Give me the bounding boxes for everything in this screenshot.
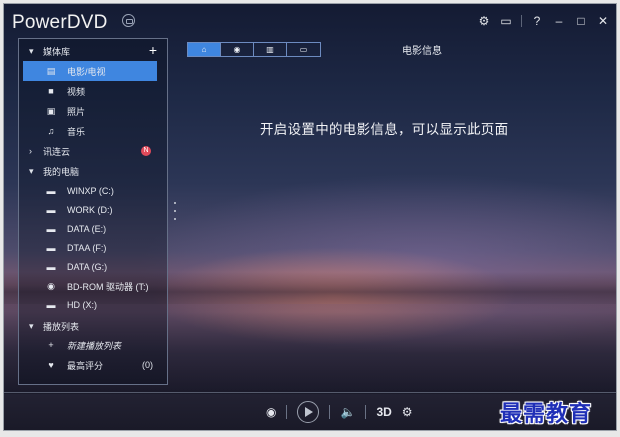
account-icon[interactable] xyxy=(122,14,135,27)
sidebar-item-movies-tv[interactable]: ▤ 电影/电视 xyxy=(23,61,157,81)
film-strip-icon: ▥ xyxy=(266,44,274,54)
sidebar-item-label: 照片 xyxy=(67,106,86,117)
divider xyxy=(521,15,522,27)
tab-home[interactable]: ⌂ xyxy=(188,43,221,56)
media-library-header[interactable]: ▾ 媒体库 + xyxy=(19,41,167,61)
settings-gear-icon[interactable]: ⚙ xyxy=(477,14,491,28)
sidebar-item-label: 电影/电视 xyxy=(67,66,106,77)
film-icon: ▤ xyxy=(46,65,56,76)
drive-item-d[interactable]: ▬ WORK (D:) xyxy=(19,200,167,220)
minimize-icon[interactable]: – xyxy=(552,14,566,28)
sidebar-item-cloud[interactable]: › 讯连云 N xyxy=(19,141,167,161)
chevron-down-icon: ▾ xyxy=(29,320,34,331)
tab-movie[interactable]: ▥ xyxy=(254,43,287,56)
drive-label: DATA (G:) xyxy=(67,262,108,272)
handle-dot xyxy=(174,218,176,220)
eye-icon[interactable]: ◉ xyxy=(266,405,276,419)
hard-drive-icon: ▬ xyxy=(46,224,56,234)
drive-label: BD-ROM 驱动器 (T:) xyxy=(67,281,149,292)
drive-label: DATA (E:) xyxy=(67,224,107,234)
playlists-label: 播放列表 xyxy=(43,321,80,332)
favorites-item[interactable]: ♥ 最高评分 (0) xyxy=(19,355,167,375)
drive-item-e[interactable]: ▬ DATA (E:) xyxy=(19,219,167,239)
favorites-label: 最高评分 xyxy=(67,360,104,371)
sidebar-item-photos[interactable]: ▣ 照片 xyxy=(19,101,167,121)
plus-icon: + xyxy=(48,340,54,350)
sidebar-item-music[interactable]: ♫ 音乐 xyxy=(19,121,167,141)
handle-dot xyxy=(174,202,176,204)
tab-disc[interactable]: ◉ xyxy=(221,43,254,56)
powerdvd-window: PowerDVD ⚙ ▭ ? – □ ✕ ▾ 媒体库 + ▤ 电影/电视 ■ 视… xyxy=(3,3,617,431)
my-computer-header[interactable]: ▾ 我的电脑 xyxy=(19,161,167,181)
drive-label: WINXP (C:) xyxy=(67,186,114,196)
photo-icon: ▣ xyxy=(46,105,56,116)
volume-icon[interactable]: 🔈 xyxy=(340,405,355,419)
hard-drive-icon: ▬ xyxy=(46,243,56,253)
drive-label: WORK (D:) xyxy=(67,205,113,215)
sidebar-item-video[interactable]: ■ 视频 xyxy=(19,81,167,101)
hard-drive-icon: ▬ xyxy=(46,262,56,272)
view-tabs: ⌂ ◉ ▥ ▭ xyxy=(187,42,321,57)
drive-item-g[interactable]: ▬ DATA (G:) xyxy=(19,257,167,277)
add-icon[interactable]: + xyxy=(149,43,157,57)
handle-dot xyxy=(174,210,176,212)
disc-icon: ◉ xyxy=(47,280,55,291)
cloud-label: 讯连云 xyxy=(43,146,71,157)
home-icon: ⌂ xyxy=(201,44,207,54)
playback-controls: ◉ 🔈 3D ⚙ xyxy=(266,399,413,425)
app-title: PowerDVD xyxy=(12,12,108,33)
video-camera-icon: ■ xyxy=(48,86,54,96)
help-icon[interactable]: ? xyxy=(530,14,544,28)
close-icon[interactable]: ✕ xyxy=(596,14,610,28)
drive-label: HD (X:) xyxy=(67,300,97,310)
new-playlist-label: 新建播放列表 xyxy=(67,340,122,351)
tv-mode-icon[interactable]: ▭ xyxy=(499,14,513,28)
control-bar-divider xyxy=(4,392,616,393)
movie-info-message: 开启设置中的电影信息，可以显示此页面 xyxy=(260,122,509,137)
tv-icon: ▭ xyxy=(299,44,308,54)
drive-item-bd-rom[interactable]: ◉ BD-ROM 驱动器 (T:) xyxy=(19,276,167,296)
watermark-text: 最需教育 xyxy=(500,401,593,427)
chevron-down-icon: ▾ xyxy=(29,45,34,56)
heart-icon: ♥ xyxy=(48,360,54,370)
playlists-header[interactable]: ▾ 播放列表 xyxy=(19,316,167,336)
new-playlist-item[interactable]: + 新建播放列表 xyxy=(19,335,167,355)
chevron-down-icon: ▾ xyxy=(29,165,34,176)
chevron-right-icon: › xyxy=(29,146,32,156)
drive-item-c[interactable]: ▬ WINXP (C:) xyxy=(19,181,167,201)
section-title: 电影信息 xyxy=(402,46,442,57)
divider xyxy=(286,405,288,419)
playback-settings-icon[interactable]: ⚙ xyxy=(402,405,413,419)
drive-item-f[interactable]: ▬ DTAA (F:) xyxy=(19,238,167,258)
new-badge: N xyxy=(141,146,151,156)
drive-item-x[interactable]: ▬ HD (X:) xyxy=(19,295,167,315)
sidebar-resize-handle[interactable] xyxy=(172,202,178,220)
3d-button[interactable]: 3D xyxy=(376,405,391,419)
window-controls: ⚙ ▭ ? – □ ✕ xyxy=(477,14,610,28)
sidebar-item-label: 视频 xyxy=(67,86,86,97)
sidebar-item-label: 音乐 xyxy=(67,126,86,137)
hard-drive-icon: ▬ xyxy=(46,205,56,215)
maximize-icon[interactable]: □ xyxy=(574,14,588,28)
disc-icon: ◉ xyxy=(233,44,241,54)
favorites-count: (0) xyxy=(142,360,153,370)
my-computer-label: 我的电脑 xyxy=(43,166,80,177)
hard-drive-icon: ▬ xyxy=(46,300,56,310)
divider xyxy=(329,405,331,419)
drive-label: DTAA (F:) xyxy=(67,243,107,253)
tab-tv[interactable]: ▭ xyxy=(287,43,320,56)
play-icon xyxy=(305,407,314,417)
divider xyxy=(365,405,367,419)
hard-drive-icon: ▬ xyxy=(46,186,56,196)
play-button[interactable] xyxy=(297,401,320,423)
sidebar: ▾ 媒体库 + ▤ 电影/电视 ■ 视频 ▣ 照片 ♫ 音乐 › 讯连云 N ▾… xyxy=(18,38,168,385)
music-note-icon: ♫ xyxy=(47,126,55,136)
